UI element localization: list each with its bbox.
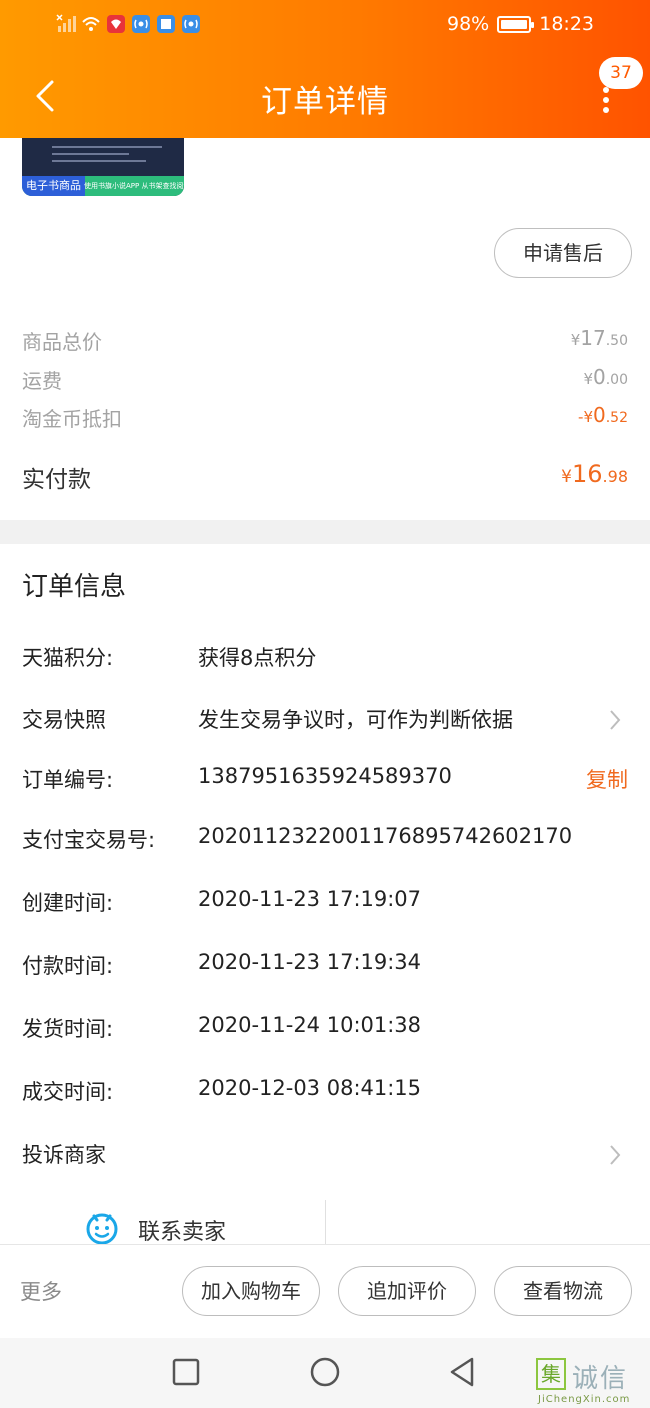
more-menu-icon[interactable] [592,80,620,116]
order-number-label: 订单编号: [22,768,114,792]
wifi-icon [82,17,100,31]
goods-total-label: 商品总价 [22,330,102,354]
battery-percent: 98% [447,13,490,35]
alipay-number-row: 支付宝交易号: 2020112322001176895742602170 [22,824,628,856]
battery-icon [497,15,535,33]
recents-square-icon[interactable] [168,1354,204,1390]
points-value: 获得8点积分 [198,646,317,670]
view-logistics-button[interactable]: 查看物流 [494,1266,632,1316]
app-header: 98% 18:23 订单详情 37 [0,0,650,138]
coin-deduct-label: 淘金币抵扣 [22,407,122,431]
points-row: 天猫积分: 获得8点积分 [22,642,628,674]
chevron-right-icon [610,710,621,730]
completed-time-value: 2020-12-03 08:41:15 [198,1076,422,1100]
amount-dec: .00 [605,372,628,388]
complain-seller-label: 投诉商家 [22,1143,106,1167]
order-number-value: 1387951635924589370 [198,764,452,788]
completed-time-label: 成交时间: [22,1080,114,1104]
alipay-number-label: 支付宝交易号: [22,828,156,852]
order-number-row: 订单编号: 1387951635924589370 复制 [22,764,628,796]
contact-seller-button[interactable]: 联系卖家 [84,1206,324,1246]
page-title: 订单详情 [261,84,389,120]
currency-symbol: ¥ [561,467,572,487]
book-cover-image[interactable]: 电子书商品 使用书旗小说APP 从书架查找阅读 [22,138,184,196]
shipped-time-value: 2020-11-24 10:01:38 [198,1013,422,1037]
goods-total-row: 商品总价 ¥17.50 [22,326,628,356]
currency-symbol: ¥ [570,331,581,349]
paid-time-label: 付款时间: [22,954,114,978]
coin-deduct-value: -¥0.52 [578,403,628,427]
shipped-time-row: 发货时间: 2020-11-24 10:01:38 [22,1013,628,1045]
shipped-time-label: 发货时间: [22,1017,114,1041]
coin-deduct-row: 淘金币抵扣 -¥0.52 [22,403,628,433]
paid-total-label: 实付款 [22,467,91,493]
amount-int: 16 [572,460,603,488]
snapshot-row[interactable]: 交易快照 发生交易争议时，可作为判断依据 [22,704,628,736]
copy-order-number-button[interactable]: 复制 [586,764,628,794]
signal-icon [56,14,76,32]
amount-dec: .50 [605,333,628,349]
chat-face-icon [86,1213,118,1245]
back-triangle-icon[interactable] [444,1354,480,1390]
cover-decoration [52,146,162,167]
ebook-tag: 电子书商品 [22,176,85,196]
alipay-number-value: 2020112322001176895742602170 [198,824,573,848]
amount-int: 0 [593,403,606,427]
snapshot-value: 发生交易争议时，可作为判断依据 [198,708,513,732]
order-info-title: 订单信息 [22,572,127,602]
amount-dec: .52 [605,410,628,426]
section-divider [0,520,650,544]
shipping-row: 运费 ¥0.00 [22,365,628,395]
after-sale-button[interactable]: 申请售后 [494,228,632,278]
add-to-cart-button[interactable]: 加入购物车 [182,1266,320,1316]
book-app-icon [157,15,175,33]
status-icons [56,14,201,34]
complain-seller-row[interactable]: 投诉商家 [22,1139,628,1171]
created-time-label: 创建时间: [22,891,114,915]
amount-int: 17 [580,326,606,350]
home-circle-icon[interactable] [307,1354,343,1390]
completed-time-row: 成交时间: 2020-12-03 08:41:15 [22,1076,628,1108]
paid-total-value: ¥16.98 [561,460,628,488]
paid-total-row: 实付款 ¥16.98 [22,460,628,494]
chevron-right-icon [610,1145,621,1165]
add-review-button[interactable]: 追加评价 [338,1266,476,1316]
paid-time-row: 付款时间: 2020-11-23 17:19:34 [22,950,628,982]
app-notification-icon [107,15,125,33]
snapshot-label: 交易快照 [22,708,106,732]
hotspot-icon-2 [182,15,200,33]
status-bar: 98% 18:23 [0,0,650,52]
contact-divider [325,1200,326,1244]
goods-total-value: ¥17.50 [571,326,628,350]
shipping-label: 运费 [22,369,62,393]
hotspot-icon [132,15,150,33]
amount-dec: .98 [602,467,628,486]
more-actions-link[interactable]: 更多 [20,1276,62,1306]
ebook-hint: 使用书旗小说APP 从书架查找阅读 [84,182,184,190]
battery-fill [501,19,527,29]
currency-symbol: ¥ [583,370,593,388]
watermark-url: JiChengXin.com [538,1394,631,1405]
created-time-row: 创建时间: 2020-11-23 17:19:07 [22,887,628,919]
watermark-ji: 集 [536,1358,566,1390]
contact-seller-label: 联系卖家 [138,1220,227,1245]
points-label: 天猫积分: [22,646,114,670]
shipping-value: ¥0.00 [583,365,628,389]
watermark-logo: 集 诚信 JiChengXin.com [534,1356,650,1408]
status-right: 98% 18:23 [447,13,594,35]
currency-symbol: -¥ [578,408,593,426]
paid-time-value: 2020-11-23 17:19:34 [198,950,422,974]
clock: 18:23 [539,13,594,35]
created-time-value: 2020-11-23 17:19:07 [198,887,422,911]
amount-int: 0 [593,365,606,389]
watermark-brand: 诚信 [572,1364,629,1394]
